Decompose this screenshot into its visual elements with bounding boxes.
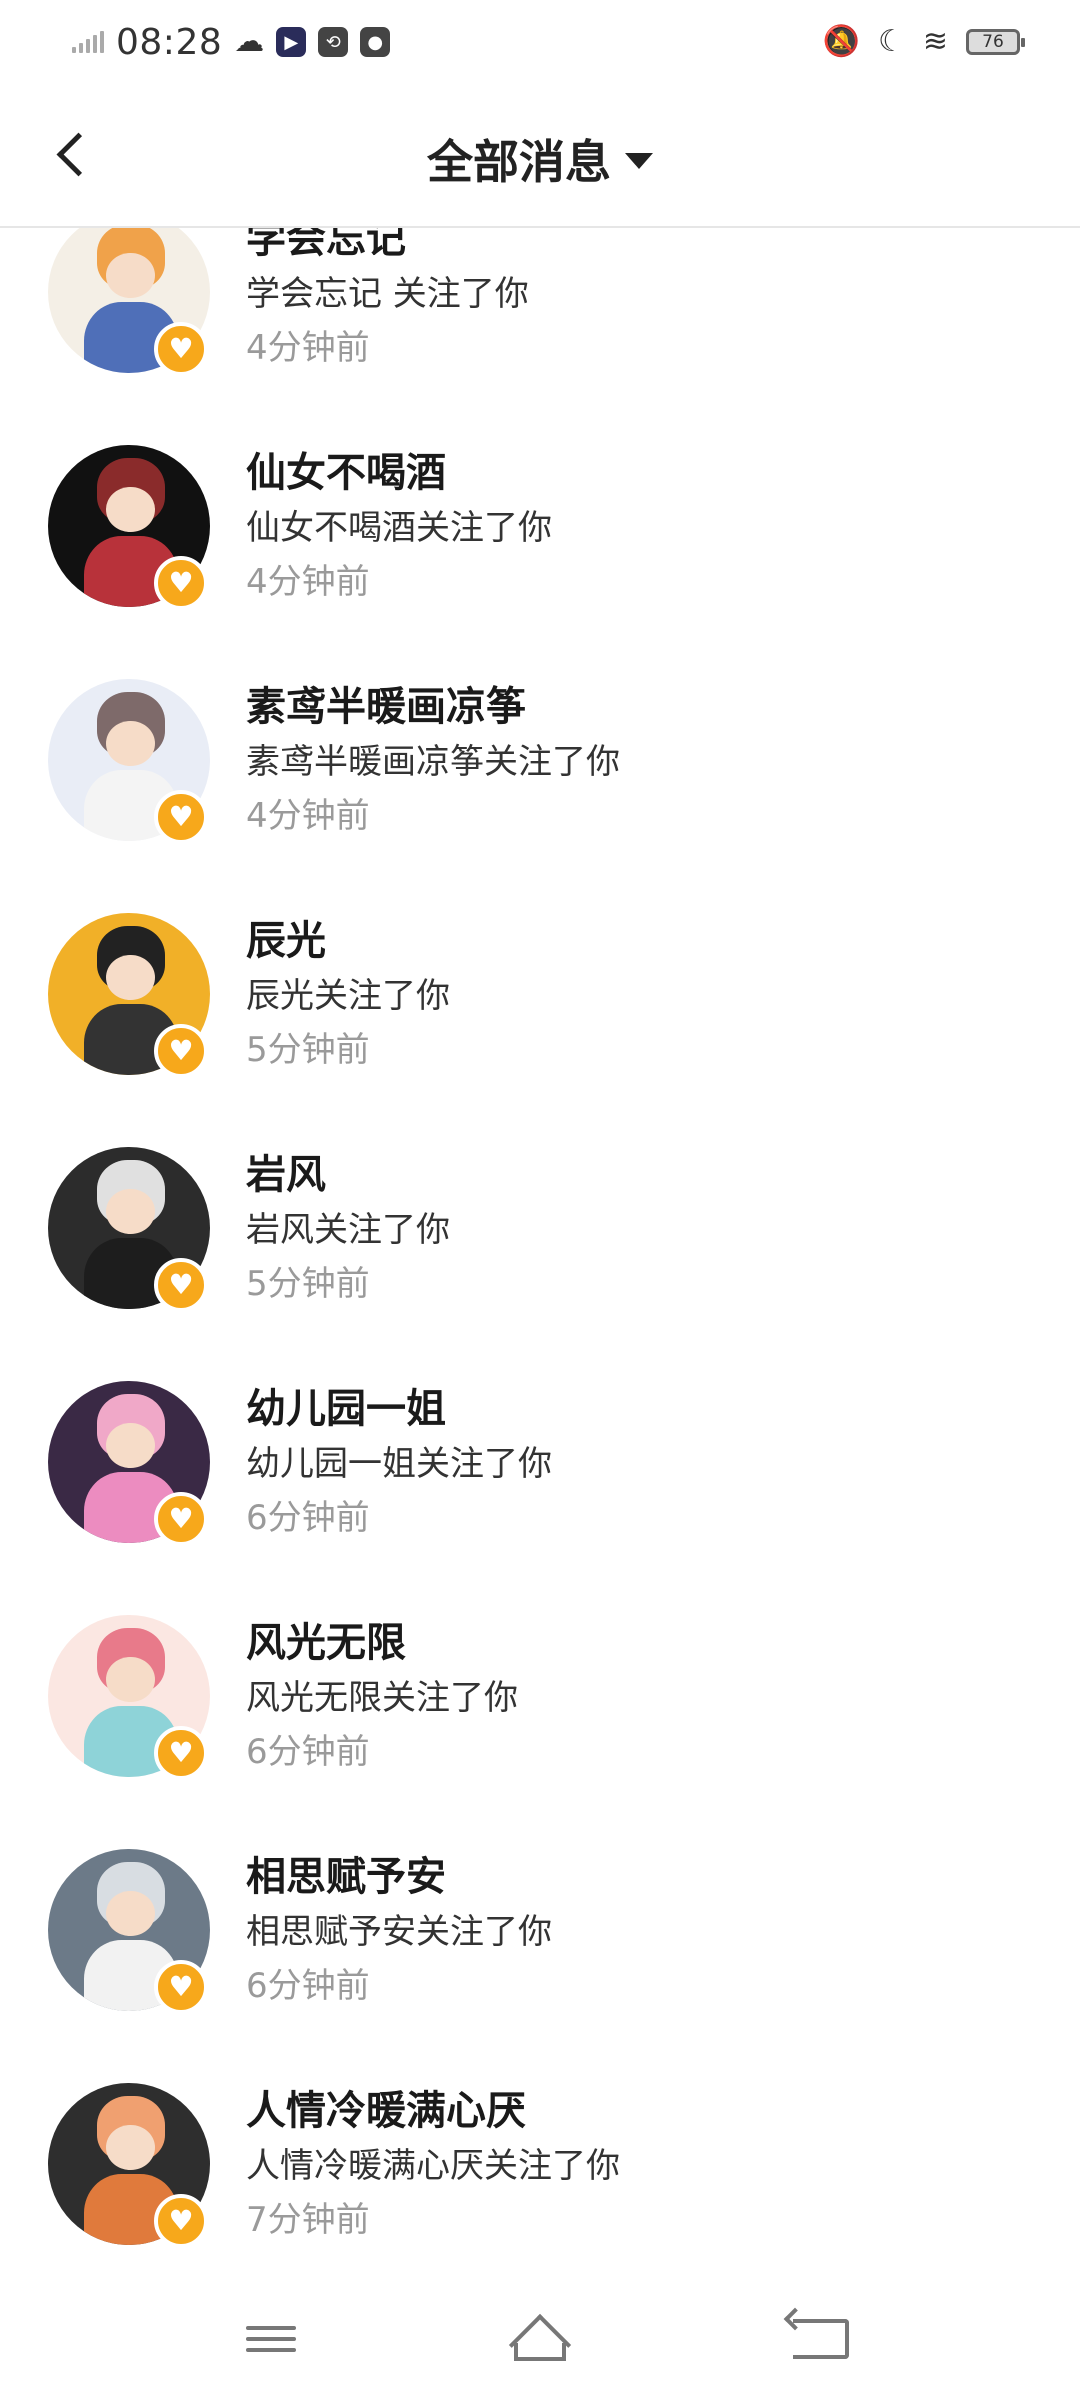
notification-text: 人情冷暖满心厌关注了你 [246,2146,620,2186]
status-left: 08:28 ☁ ▶ ⟲ ● [72,18,391,66]
user-name[interactable]: 仙女不喝酒 [246,440,446,498]
notification-text: 相思赋予安关注了你 [246,1912,552,1952]
notification-item[interactable]: ♥ 风光无限风光无限关注了你 6分钟前 [0,1590,1080,1824]
user-name[interactable]: 相思赋予安 [246,1844,446,1902]
battery-icon: 76 [966,29,1025,55]
home-button[interactable] [495,2304,585,2377]
user-name[interactable]: 辰光 [246,908,326,966]
cloud-icon: ☁ [234,24,265,59]
mute-bell-icon: 🔕 [822,24,860,59]
notification-time: 4分钟前 [246,328,370,368]
notification-text: 仙女不喝酒关注了你 [246,508,552,548]
user-name[interactable]: 幼儿园一姐 [246,1376,446,1434]
notifications-page: 08:28 ☁ ▶ ⟲ ● 🔕 ☾ ≋ 76 全部消息 ♥ 学会忘记学会忘记 关注… [0,0,1080,2408]
system-back-button[interactable] [776,2304,866,2374]
page-title: 全部消息 [427,135,611,189]
heart-icon: ♥ [154,1960,208,2014]
notification-item[interactable]: ♥ 辰光辰光关注了你 5分钟前 [0,888,1080,1122]
notification-text: 岩风关注了你 [246,1210,450,1250]
notification-time: 6分钟前 [246,1732,370,1772]
notification-time: 4分钟前 [246,796,370,836]
sync-app-icon: ⟲ [318,27,349,57]
notification-item[interactable]: ♥ 素鸢半暖画凉筝素鸢半暖画凉筝关注了你 4分钟前 [0,654,1080,888]
heart-icon: ♥ [154,1258,208,1312]
notification-text: 学会忘记 关注了你 [246,274,529,314]
notification-item[interactable]: ♥ 人情冷暖满心厌人情冷暖满心厌关注了你 7分钟前 [0,2058,1080,2276]
user-name[interactable]: 人情冷暖满心厌 [246,2078,526,2136]
notification-list-inner: ♥ 学会忘记学会忘记 关注了你 4分钟前 ♥ 仙女不喝酒仙女不喝酒关注了你 4分钟前 ♥ 素鸢… [0,226,1080,2276]
user-name[interactable]: 风光无限 [246,1610,406,1668]
status-time: 08:28 [116,21,223,63]
caret-down-icon [625,153,653,169]
notification-time: 7分钟前 [246,2200,370,2240]
status-bar: 08:28 ☁ ▶ ⟲ ● 🔕 ☾ ≋ 76 [0,0,1080,84]
notification-item[interactable]: ♥ 仙女不喝酒仙女不喝酒关注了你 4分钟前 [0,420,1080,654]
home-icon [508,2313,572,2377]
user-name[interactable]: 素鸢半暖画凉筝 [246,674,526,732]
notification-item[interactable]: ♥ 相思赋予安相思赋予安关注了你 6分钟前 [0,1824,1080,2058]
status-right: 🔕 ☾ ≋ 76 [822,18,1025,66]
signal-icon [72,31,104,53]
heart-icon: ♥ [154,1492,208,1546]
message-filter-dropdown[interactable]: 全部消息 [0,126,1080,192]
video-app-icon: ▶ [276,27,307,57]
heart-icon: ♥ [154,790,208,844]
notification-item[interactable]: ♥ 幼儿园一姐幼儿园一姐关注了你 6分钟前 [0,1356,1080,1590]
notification-text: 素鸢半暖画凉筝关注了你 [246,742,620,782]
user-name[interactable]: 岩风 [246,1142,326,1200]
battery-level: 76 [982,32,1004,52]
notification-time: 5分钟前 [246,1264,370,1304]
menu-button[interactable] [226,2304,316,2374]
back-icon [793,2319,849,2359]
notification-text: 风光无限关注了你 [246,1678,518,1718]
user-name[interactable]: 学会忘记 [246,226,406,264]
moon-icon: ☾ [877,24,905,59]
notification-item[interactable]: ♥ 学会忘记学会忘记 关注了你 4分钟前 [0,226,1080,420]
heart-icon: ♥ [154,1726,208,1780]
heart-icon: ♥ [154,556,208,610]
system-nav-bar [0,2276,1080,2408]
play-app-icon: ● [360,27,391,57]
notification-time: 4分钟前 [246,562,370,602]
notification-time: 6分钟前 [246,1498,370,1538]
notification-text: 幼儿园一姐关注了你 [246,1444,552,1484]
notification-item[interactable]: ♥ 岩风岩风关注了你 5分钟前 [0,1122,1080,1356]
notification-text: 辰光关注了你 [246,976,450,1016]
notification-list[interactable]: ♥ 学会忘记学会忘记 关注了你 4分钟前 ♥ 仙女不喝酒仙女不喝酒关注了你 4分钟前 ♥ 素鸢… [0,226,1080,2276]
heart-icon: ♥ [154,2194,208,2248]
menu-icon [246,2319,296,2359]
notification-time: 6分钟前 [246,1966,370,2006]
heart-icon: ♥ [154,322,208,376]
wifi-icon: ≋ [922,24,948,59]
heart-icon: ♥ [154,1024,208,1078]
header-bar: 全部消息 [0,84,1080,228]
notification-time: 5分钟前 [246,1030,370,1070]
